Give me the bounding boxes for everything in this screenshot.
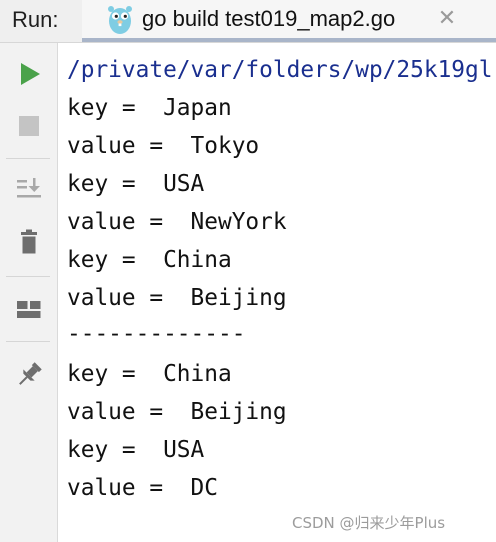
- run-tab[interactable]: go build test019_map2.go ✕: [82, 0, 496, 42]
- console-line: key = USA: [67, 171, 205, 197]
- layout-icon: [17, 301, 41, 318]
- toolbar-divider: [6, 276, 50, 277]
- console-line: key = Japan: [67, 95, 232, 121]
- console-separator-line: -------------: [67, 321, 246, 347]
- scroll-down-icon: [17, 178, 41, 198]
- trash-icon: [21, 229, 37, 254]
- console-line: value = Beijing: [67, 399, 287, 425]
- watermark: CSDN @归来少年Plus: [292, 514, 446, 532]
- layout-button[interactable]: [12, 292, 46, 326]
- console-line: key = USA: [67, 437, 205, 463]
- toolbar-divider: [6, 158, 50, 159]
- console-line: value = Tokyo: [67, 133, 260, 159]
- tab-title: go build test019_map2.go: [142, 6, 396, 31]
- console-line-path: /private/var/folders/wp/25k19gl: [67, 57, 493, 83]
- console-line: value = Beijing: [67, 285, 287, 311]
- run-label: Run:: [12, 7, 59, 32]
- console-line: key = China: [67, 361, 232, 387]
- run-tool-window-header: Run: go build test019_map2.go ✕: [0, 0, 496, 43]
- console-line: value = DC: [67, 475, 218, 501]
- pin-button[interactable]: [12, 358, 46, 392]
- console-output[interactable]: /private/var/folders/wp/25k19gl key = Ja…: [58, 43, 496, 542]
- console-line: value = NewYork: [67, 209, 287, 235]
- scroll-to-end-button[interactable]: [12, 171, 46, 205]
- run-toolbar: [0, 43, 58, 542]
- stop-button[interactable]: [12, 109, 46, 143]
- close-icon[interactable]: ✕: [434, 6, 460, 32]
- stop-icon: [19, 116, 39, 136]
- play-icon: [21, 63, 40, 85]
- gopher-icon: [106, 2, 134, 36]
- toolbar-divider: [6, 341, 50, 342]
- run-button[interactable]: [12, 57, 46, 91]
- pin-icon: [19, 362, 42, 385]
- console-line: key = China: [67, 247, 232, 273]
- clear-button[interactable]: [12, 225, 46, 259]
